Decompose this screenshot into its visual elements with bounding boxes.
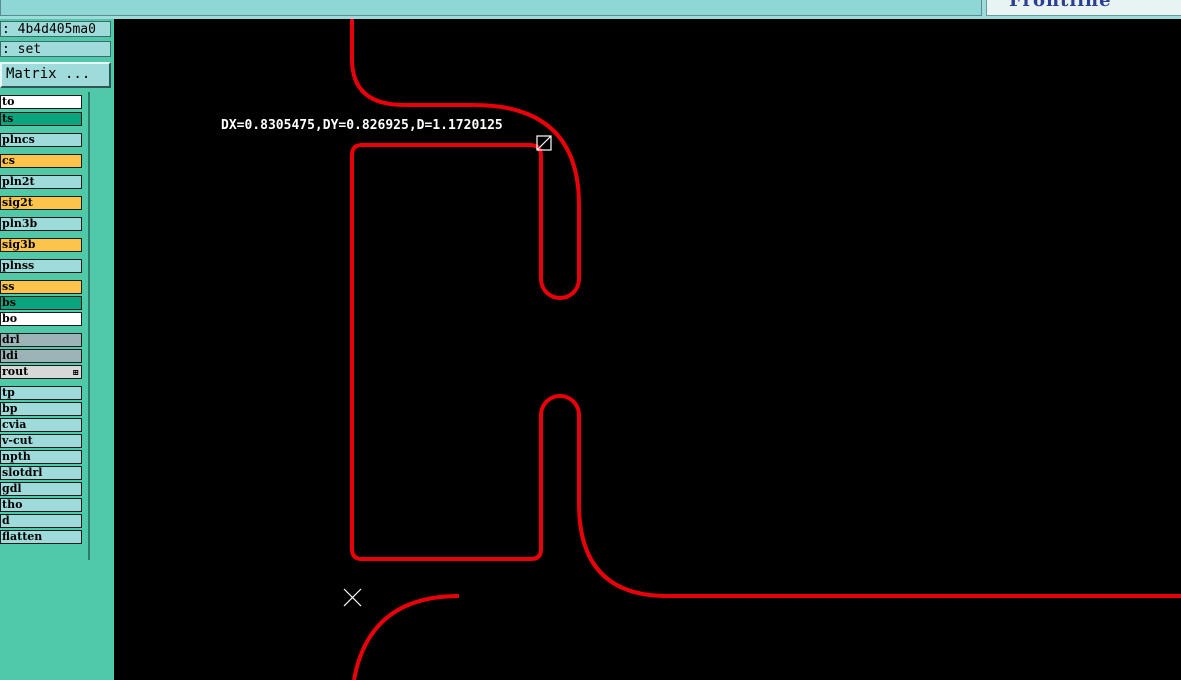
layer-item-d[interactable]: d: [0, 514, 82, 528]
top-toolbar: Frontline: [0, 0, 1181, 19]
layer-item-tho[interactable]: tho: [0, 498, 82, 512]
layer-label: ldi: [2, 349, 19, 362]
layer-label: rout: [2, 365, 29, 378]
logo-text: Frontline: [1009, 0, 1112, 11]
layer-item-ts[interactable]: ts: [0, 112, 82, 126]
layer-item-bo[interactable]: bo: [0, 312, 82, 326]
layer-item-plnss[interactable]: plnss: [0, 259, 82, 273]
layer-label: flatten: [2, 530, 43, 543]
layer-item-bp[interactable]: bp: [0, 402, 82, 416]
graphics-canvas[interactable]: DX=0.8305475,DY=0.826925,D=1.1720125: [114, 19, 1181, 680]
layer-item-bs[interactable]: bs: [0, 296, 82, 310]
layer-label: pln2t: [2, 175, 35, 188]
layer-label: ts: [2, 112, 14, 125]
layer-label: bo: [2, 312, 18, 325]
layer-label: sig2t: [2, 196, 33, 209]
layer-item-plncs[interactable]: plncs: [0, 133, 82, 147]
step-name-field: : set: [0, 41, 111, 57]
layer-item-npth[interactable]: npth: [0, 450, 82, 464]
layer-label: plncs: [2, 133, 35, 146]
layer-item-sig3b[interactable]: sig3b: [0, 238, 82, 252]
layer-item-rout[interactable]: rout ⊞: [0, 365, 82, 379]
layer-list: to ts plncs cs pln2t sig2t pln3b sig3b plnss ss bs…: [0, 92, 90, 560]
measurement-readout: DX=0.8305475,DY=0.826925,D=1.1720125: [221, 118, 503, 133]
layer-label: plnss: [2, 259, 35, 272]
layer-label: drl: [2, 333, 20, 346]
layer-label: slotdrl: [2, 466, 43, 479]
layer-item-to[interactable]: to: [0, 95, 82, 109]
layer-label: cs: [2, 154, 15, 167]
layer-label: tho: [2, 498, 23, 511]
layer-item-ldi[interactable]: ldi: [0, 349, 82, 363]
command-field[interactable]: [0, 0, 982, 16]
layer-label: v-cut: [2, 434, 33, 447]
layer-flag-icon: ⊞: [72, 367, 79, 377]
layer-item-v-cut[interactable]: v-cut: [0, 434, 82, 448]
matrix-button[interactable]: Matrix ...: [0, 62, 111, 88]
layer-label: gdl: [2, 482, 22, 495]
cursor-cross-icon: [343, 588, 362, 607]
layer-label: npth: [2, 450, 31, 463]
layer-item-slotdrl[interactable]: slotdrl: [0, 466, 82, 480]
left-panel: : 4b4d405ma0 : set Matrix ... to ts plncs c…: [0, 19, 114, 680]
layer-label: d: [2, 514, 10, 527]
layer-label: bp: [2, 402, 18, 415]
layer-label: bs: [2, 296, 16, 309]
app-logo: Frontline: [986, 0, 1181, 16]
measure-end-marker-diagonal: [536, 135, 552, 151]
layer-item-drl[interactable]: drl: [0, 333, 82, 347]
layer-label: cvia: [2, 418, 27, 431]
profile-outline-lower: [352, 594, 460, 680]
layer-label: to: [2, 95, 15, 108]
layer-item-cs[interactable]: cs: [0, 154, 82, 168]
layer-label: tp: [2, 386, 15, 399]
layer-item-ss[interactable]: ss: [0, 280, 82, 294]
job-name-field: : 4b4d405ma0: [0, 21, 111, 37]
layer-item-flatten[interactable]: flatten: [0, 530, 82, 544]
layer-item-cvia[interactable]: cvia: [0, 418, 82, 432]
layer-label: ss: [2, 280, 15, 293]
layer-label: sig3b: [2, 238, 36, 251]
profile-outline-upper: [350, 19, 1181, 598]
layer-item-pln2t[interactable]: pln2t: [0, 175, 82, 189]
layer-item-sig2t[interactable]: sig2t: [0, 196, 82, 210]
layer-item-pln3b[interactable]: pln3b: [0, 217, 82, 231]
layer-item-gdl[interactable]: gdl: [0, 482, 82, 496]
layer-label: pln3b: [2, 217, 38, 230]
layer-item-tp[interactable]: tp: [0, 386, 82, 400]
